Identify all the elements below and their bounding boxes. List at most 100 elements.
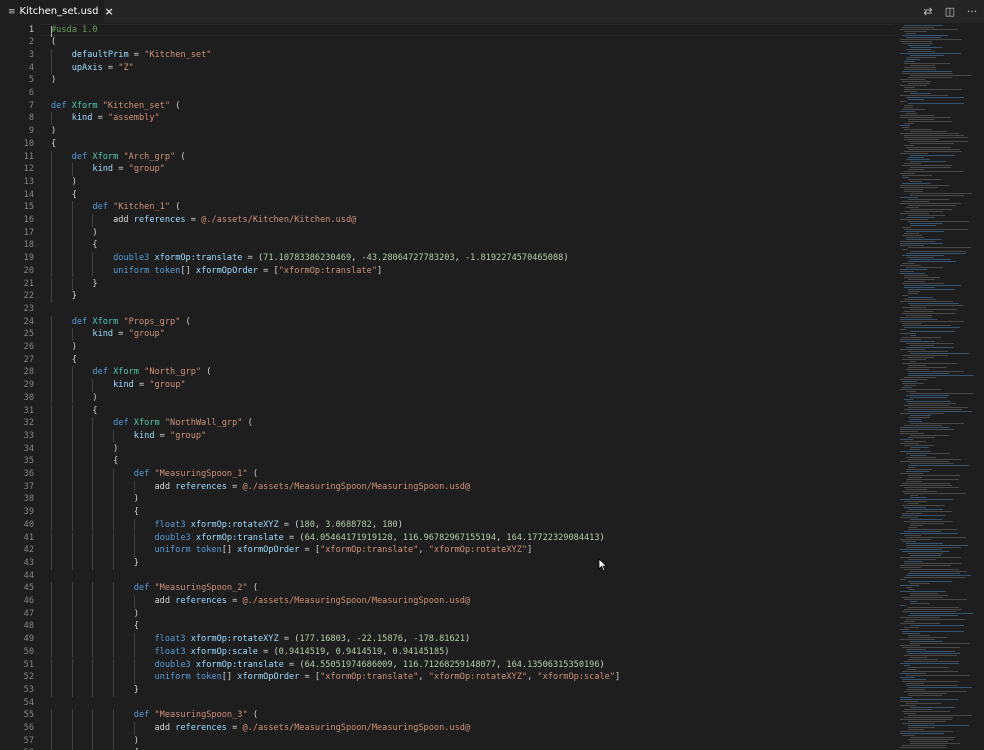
- code-text: upAxis = "Z": [51, 62, 134, 75]
- code-line[interactable]: 18 {: [0, 239, 894, 252]
- indent-guide: [92, 429, 94, 443]
- minimap-line: [900, 173, 915, 174]
- minimap-line: [910, 497, 926, 498]
- code-line[interactable]: 44: [0, 570, 894, 583]
- code-line[interactable]: 17 ): [0, 227, 894, 240]
- code-line[interactable]: 27 {: [0, 354, 894, 367]
- minimap-line: [904, 277, 940, 278]
- minimap-line: [904, 385, 916, 386]
- tab-kitchen-set[interactable]: ≡ Kitchen_set.usd ×: [0, 0, 114, 23]
- code-line[interactable]: 28 def Xform "North_grp" (: [0, 366, 894, 379]
- minimap-line: [902, 313, 955, 314]
- code-text: def Xform "NorthWall_grp" (: [51, 417, 253, 430]
- minimap-line: [908, 205, 956, 206]
- code-line[interactable]: 15 def "Kitchen_1" (: [0, 201, 894, 214]
- code-line[interactable]: 26 ): [0, 341, 894, 354]
- minimap-line: [908, 635, 930, 636]
- code-line[interactable]: 48 {: [0, 620, 894, 633]
- split-editor-icon[interactable]: ◫: [944, 5, 956, 18]
- code-line[interactable]: 35 {: [0, 455, 894, 468]
- minimap-line: [904, 129, 932, 130]
- code-line[interactable]: 13 ): [0, 176, 894, 189]
- code-line[interactable]: 9): [0, 125, 894, 138]
- line-number: 22: [23, 291, 34, 302]
- minimap-line: [900, 187, 938, 188]
- code-line[interactable]: 10 {: [0, 138, 894, 151]
- indent-guide: [51, 493, 52, 507]
- minimap-line: [900, 185, 949, 186]
- code-line[interactable]: 55 def "MeasuringSpoon_3" (: [0, 709, 894, 722]
- code-line[interactable]: 57 ): [0, 735, 894, 748]
- code-line[interactable]: 24 def Xform "Props_grp" (: [0, 316, 894, 329]
- minimap[interactable]: [894, 23, 984, 750]
- indent-guide: [113, 582, 115, 595]
- code-line[interactable]: 22 }: [0, 290, 894, 303]
- minimap-line: [910, 707, 955, 708]
- code-line[interactable]: 32 def Xform "NorthWall_grp" (: [0, 417, 894, 430]
- code-line[interactable]: 23: [0, 303, 894, 316]
- minimap-line: [910, 643, 970, 644]
- code-line[interactable]: 19 double3 xformOp:translate = (71.10783…: [0, 252, 894, 265]
- code-line[interactable]: 39 {: [0, 506, 894, 519]
- mouse-pointer-icon: [598, 558, 608, 572]
- code-line[interactable]: 11 def Xform "Arch_grp" (: [0, 151, 894, 164]
- minimap-line: [902, 81, 931, 82]
- code-editor[interactable]: 1 #usda 1.0 2(3 defaultPrim = "Kitchen_set…: [0, 23, 894, 750]
- code-token: ,: [402, 634, 414, 645]
- code-line[interactable]: 14 {: [0, 189, 894, 202]
- code-line[interactable]: 1 #usda 1.0: [0, 23, 894, 37]
- minimap-line: [900, 567, 921, 568]
- minimap-line: [908, 157, 924, 158]
- open-changes-icon[interactable]: ⇄: [922, 5, 934, 18]
- code-line[interactable]: 4 upAxis = "Z": [0, 62, 894, 75]
- code-token: = (: [278, 634, 300, 645]
- code-line[interactable]: 25 kind = "group": [0, 328, 894, 341]
- code-line[interactable]: 43 }: [0, 557, 894, 570]
- code-token: defaultPrim: [71, 49, 129, 60]
- indent-guide: [51, 239, 52, 253]
- minimap-line: [902, 177, 909, 178]
- code-token: ,: [392, 532, 403, 543]
- minimap-line: [904, 441, 926, 442]
- code-line[interactable]: 30 ): [0, 392, 894, 405]
- minimap-line: [900, 699, 958, 700]
- code-line[interactable]: 7 def Xform "Kitchen_set" (: [0, 100, 894, 113]
- code-line[interactable]: 2(: [0, 36, 894, 49]
- line-number: 33: [23, 430, 34, 441]
- more-actions-icon[interactable]: ···: [966, 5, 978, 18]
- code-line[interactable]: 47 ): [0, 608, 894, 621]
- code-line[interactable]: 38 ): [0, 493, 894, 506]
- code-line[interactable]: 8 kind = "assembly": [0, 112, 894, 125]
- code-line[interactable]: 31 {: [0, 405, 894, 418]
- code-line[interactable]: 12 kind = "group": [0, 163, 894, 176]
- indent-guide: [71, 163, 73, 176]
- code-line[interactable]: 29 kind = "group": [0, 379, 894, 392]
- code-line[interactable]: 20 uniform token[] xformOpOrder = ["xfor…: [0, 265, 894, 278]
- code-line[interactable]: 54: [0, 697, 894, 710]
- code-line[interactable]: 45 def "MeasuringSpoon_2" (: [0, 582, 894, 595]
- indent-guide: [51, 315, 52, 329]
- code-line[interactable]: 33 kind = "group": [0, 430, 894, 443]
- indent-guide: [51, 404, 52, 418]
- code-token: "assembly": [107, 113, 160, 124]
- code-line[interactable]: 3 defaultPrim = "Kitchen_set": [0, 49, 894, 62]
- minimap-line: [902, 723, 935, 724]
- minimap-line: [910, 449, 920, 450]
- code-line[interactable]: 16 add references = @./assets/Kitchen/Ki…: [0, 214, 894, 227]
- minimap-line: [906, 343, 954, 344]
- code-line[interactable]: 5): [0, 74, 894, 87]
- code-line[interactable]: 53 }: [0, 684, 894, 697]
- indent-guide: [71, 645, 73, 659]
- code-line[interactable]: 21 }: [0, 278, 894, 291]
- code-token: float3: [154, 519, 191, 530]
- code-line[interactable]: 34 ): [0, 443, 894, 456]
- minimap-line: [900, 95, 948, 96]
- close-icon[interactable]: ×: [105, 5, 114, 18]
- minimap-line: [906, 675, 970, 676]
- line-number: 7: [28, 100, 34, 111]
- code-line[interactable]: 36 def "MeasuringSpoon_1" (: [0, 468, 894, 481]
- minimap-line: [900, 485, 952, 486]
- minimap-line: [908, 407, 968, 408]
- minimap-line: [900, 533, 958, 534]
- code-line[interactable]: 6: [0, 87, 894, 100]
